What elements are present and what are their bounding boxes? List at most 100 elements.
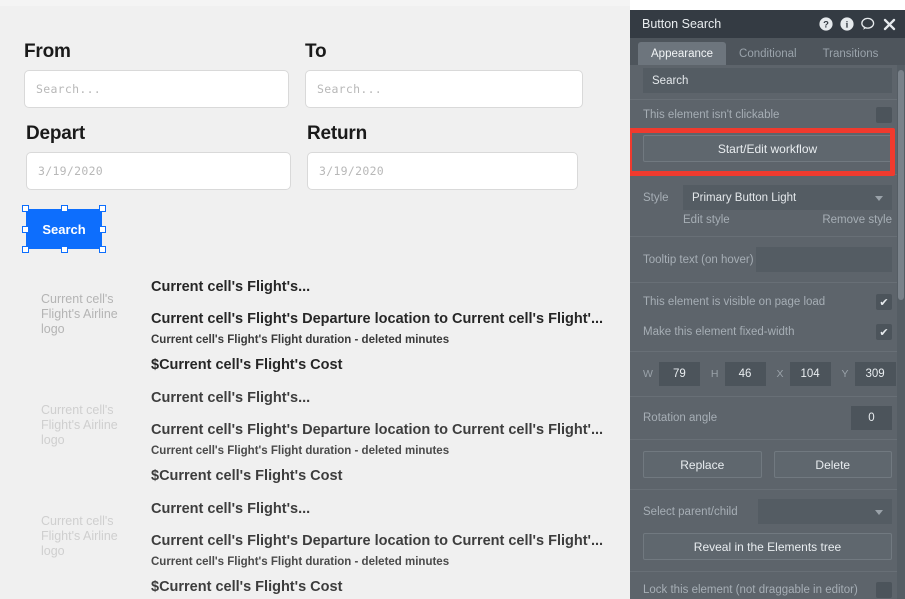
replace-delete-row: Replace Delete xyxy=(630,440,905,490)
tooltip-label: Tooltip text (on hover) xyxy=(643,254,756,266)
dim-x-label: X xyxy=(777,368,784,380)
button-text-input[interactable]: Search xyxy=(643,68,892,93)
flight-details: Current cell's Flight's... Current cell'… xyxy=(151,391,611,484)
flight-cost: $Current cell's Flight's Cost xyxy=(151,469,611,485)
dim-width: W 79 xyxy=(643,362,700,386)
fixed-width-checkbox[interactable]: ✔ xyxy=(876,324,892,340)
flight-cost: $Current cell's Flight's Cost xyxy=(151,358,611,374)
button-text-row: Search xyxy=(630,65,905,99)
from-input[interactable]: Search... xyxy=(24,70,289,108)
dim-y: Y 309 xyxy=(842,362,896,386)
lock-element-label: Lock this element (not draggable in edit… xyxy=(643,584,858,596)
chevron-down-icon xyxy=(875,196,883,201)
canvas-top-strip xyxy=(0,0,630,6)
visible-on-load-checkbox[interactable]: ✔ xyxy=(876,294,892,310)
style-row: Style Primary Button Light Edit style Re… xyxy=(630,175,905,237)
width-input[interactable]: 79 xyxy=(659,362,700,386)
visibility-row: This element is visible on page load ✔ M… xyxy=(630,283,905,352)
to-input-placeholder: Search... xyxy=(317,82,382,96)
depart-input[interactable]: 3/19/2020 xyxy=(26,152,291,190)
flight-result-row[interactable]: Current cell's Flight's Airline logo Cur… xyxy=(0,383,620,494)
field-depart-label: Depart xyxy=(26,124,291,145)
flight-name: Current cell's Flight's... xyxy=(151,280,611,296)
panel-tabs: Appearance Conditional Transitions xyxy=(630,38,905,65)
select-parent-row: Select parent/child xyxy=(630,490,905,533)
field-to: To Search... xyxy=(305,42,583,108)
dim-height: H 46 xyxy=(711,362,766,386)
depart-input-placeholder: 3/19/2020 xyxy=(38,164,103,178)
clickable-checkbox[interactable]: ✔ xyxy=(876,107,892,123)
flight-result-row[interactable]: Current cell's Flight's Airline logo Cur… xyxy=(0,494,620,599)
lock-row: Lock this element (not draggable in edit… xyxy=(630,572,905,599)
panel-body: Search This element isn't clickable ✔ St… xyxy=(630,65,905,599)
start-edit-workflow-button[interactable]: Start/Edit workflow xyxy=(643,135,892,162)
dim-width-label: W xyxy=(643,368,653,380)
search-button[interactable]: Search xyxy=(26,209,102,249)
reveal-row: Reveal in the Elements tree xyxy=(630,533,905,572)
tooltip-input[interactable] xyxy=(756,247,892,272)
field-from-label: From xyxy=(24,42,289,63)
editor-root: From Search... To Search... Depart 3/19/… xyxy=(0,0,905,599)
airline-logo-placeholder: Current cell's Flight's Airline logo xyxy=(41,403,137,448)
svg-text:?: ? xyxy=(823,19,829,30)
rotation-input[interactable]: 0 xyxy=(851,406,892,430)
visible-on-load-label: This element is visible on page load xyxy=(643,296,825,308)
lock-element-checkbox[interactable]: ✔ xyxy=(876,582,892,598)
clickable-label: This element isn't clickable xyxy=(643,109,779,121)
y-input[interactable]: 309 xyxy=(855,362,896,386)
resize-handle-w[interactable] xyxy=(22,226,29,233)
resize-handle-s[interactable] xyxy=(61,246,68,253)
tab-appearance[interactable]: Appearance xyxy=(638,42,726,65)
flight-details: Current cell's Flight's... Current cell'… xyxy=(151,502,611,595)
flight-results-list: Current cell's Flight's Airline logo Cur… xyxy=(0,272,620,599)
field-to-label: To xyxy=(305,42,583,63)
panel-scrollbar-thumb[interactable] xyxy=(898,70,904,300)
x-input[interactable]: 104 xyxy=(790,362,831,386)
to-input[interactable]: Search... xyxy=(305,70,583,108)
edit-style-link[interactable]: Edit style xyxy=(683,214,730,226)
property-editor-panel: Button Search ? i Appearance Conditional… xyxy=(630,10,905,599)
resize-handle-nw[interactable] xyxy=(22,205,29,212)
info-icon[interactable]: i xyxy=(840,17,854,31)
flight-result-row[interactable]: Current cell's Flight's Airline logo Cur… xyxy=(0,272,620,383)
select-parent-dropdown[interactable] xyxy=(758,499,892,524)
flight-duration: Current cell's Flight's Flight duration … xyxy=(151,445,611,458)
replace-button[interactable]: Replace xyxy=(643,451,762,478)
flight-name: Current cell's Flight's... xyxy=(151,391,611,407)
close-icon[interactable] xyxy=(882,17,896,31)
resize-handle-ne[interactable] xyxy=(99,205,106,212)
airline-logo-placeholder: Current cell's Flight's Airline logo xyxy=(41,514,137,559)
resize-handle-se[interactable] xyxy=(99,246,106,253)
flight-duration: Current cell's Flight's Flight duration … xyxy=(151,334,611,347)
return-input[interactable]: 3/19/2020 xyxy=(307,152,578,190)
panel-header-icons: ? i xyxy=(819,17,896,31)
style-select[interactable]: Primary Button Light xyxy=(683,185,892,210)
field-from: From Search... xyxy=(24,42,289,108)
clickable-row: This element isn't clickable ✔ xyxy=(630,99,905,130)
dim-y-label: Y xyxy=(842,368,849,380)
help-icon[interactable]: ? xyxy=(819,17,833,31)
field-return-label: Return xyxy=(307,124,578,145)
dim-height-label: H xyxy=(711,368,719,380)
comment-icon[interactable] xyxy=(861,17,875,31)
from-input-placeholder: Search... xyxy=(36,82,101,96)
remove-style-link[interactable]: Remove style xyxy=(822,214,892,226)
reveal-in-elements-tree-button[interactable]: Reveal in the Elements tree xyxy=(643,533,892,560)
resize-handle-sw[interactable] xyxy=(22,246,29,253)
flight-cost: $Current cell's Flight's Cost xyxy=(151,580,611,596)
resize-handle-n[interactable] xyxy=(61,205,68,212)
tab-transitions[interactable]: Transitions xyxy=(810,42,892,65)
panel-header: Button Search ? i xyxy=(630,10,905,38)
tab-conditional[interactable]: Conditional xyxy=(726,42,810,65)
design-canvas[interactable]: From Search... To Search... Depart 3/19/… xyxy=(0,0,630,599)
chevron-down-icon xyxy=(875,510,883,515)
search-button-selection: Search xyxy=(26,209,102,249)
fixed-width-label: Make this element fixed-width xyxy=(643,326,794,338)
dim-x: X 104 xyxy=(777,362,831,386)
style-label: Style xyxy=(643,192,683,204)
height-input[interactable]: 46 xyxy=(725,362,766,386)
tooltip-row: Tooltip text (on hover) xyxy=(630,237,905,283)
delete-button[interactable]: Delete xyxy=(774,451,893,478)
resize-handle-e[interactable] xyxy=(99,226,106,233)
dimensions-row: W 79 H 46 X 104 Y 309 xyxy=(630,352,905,397)
